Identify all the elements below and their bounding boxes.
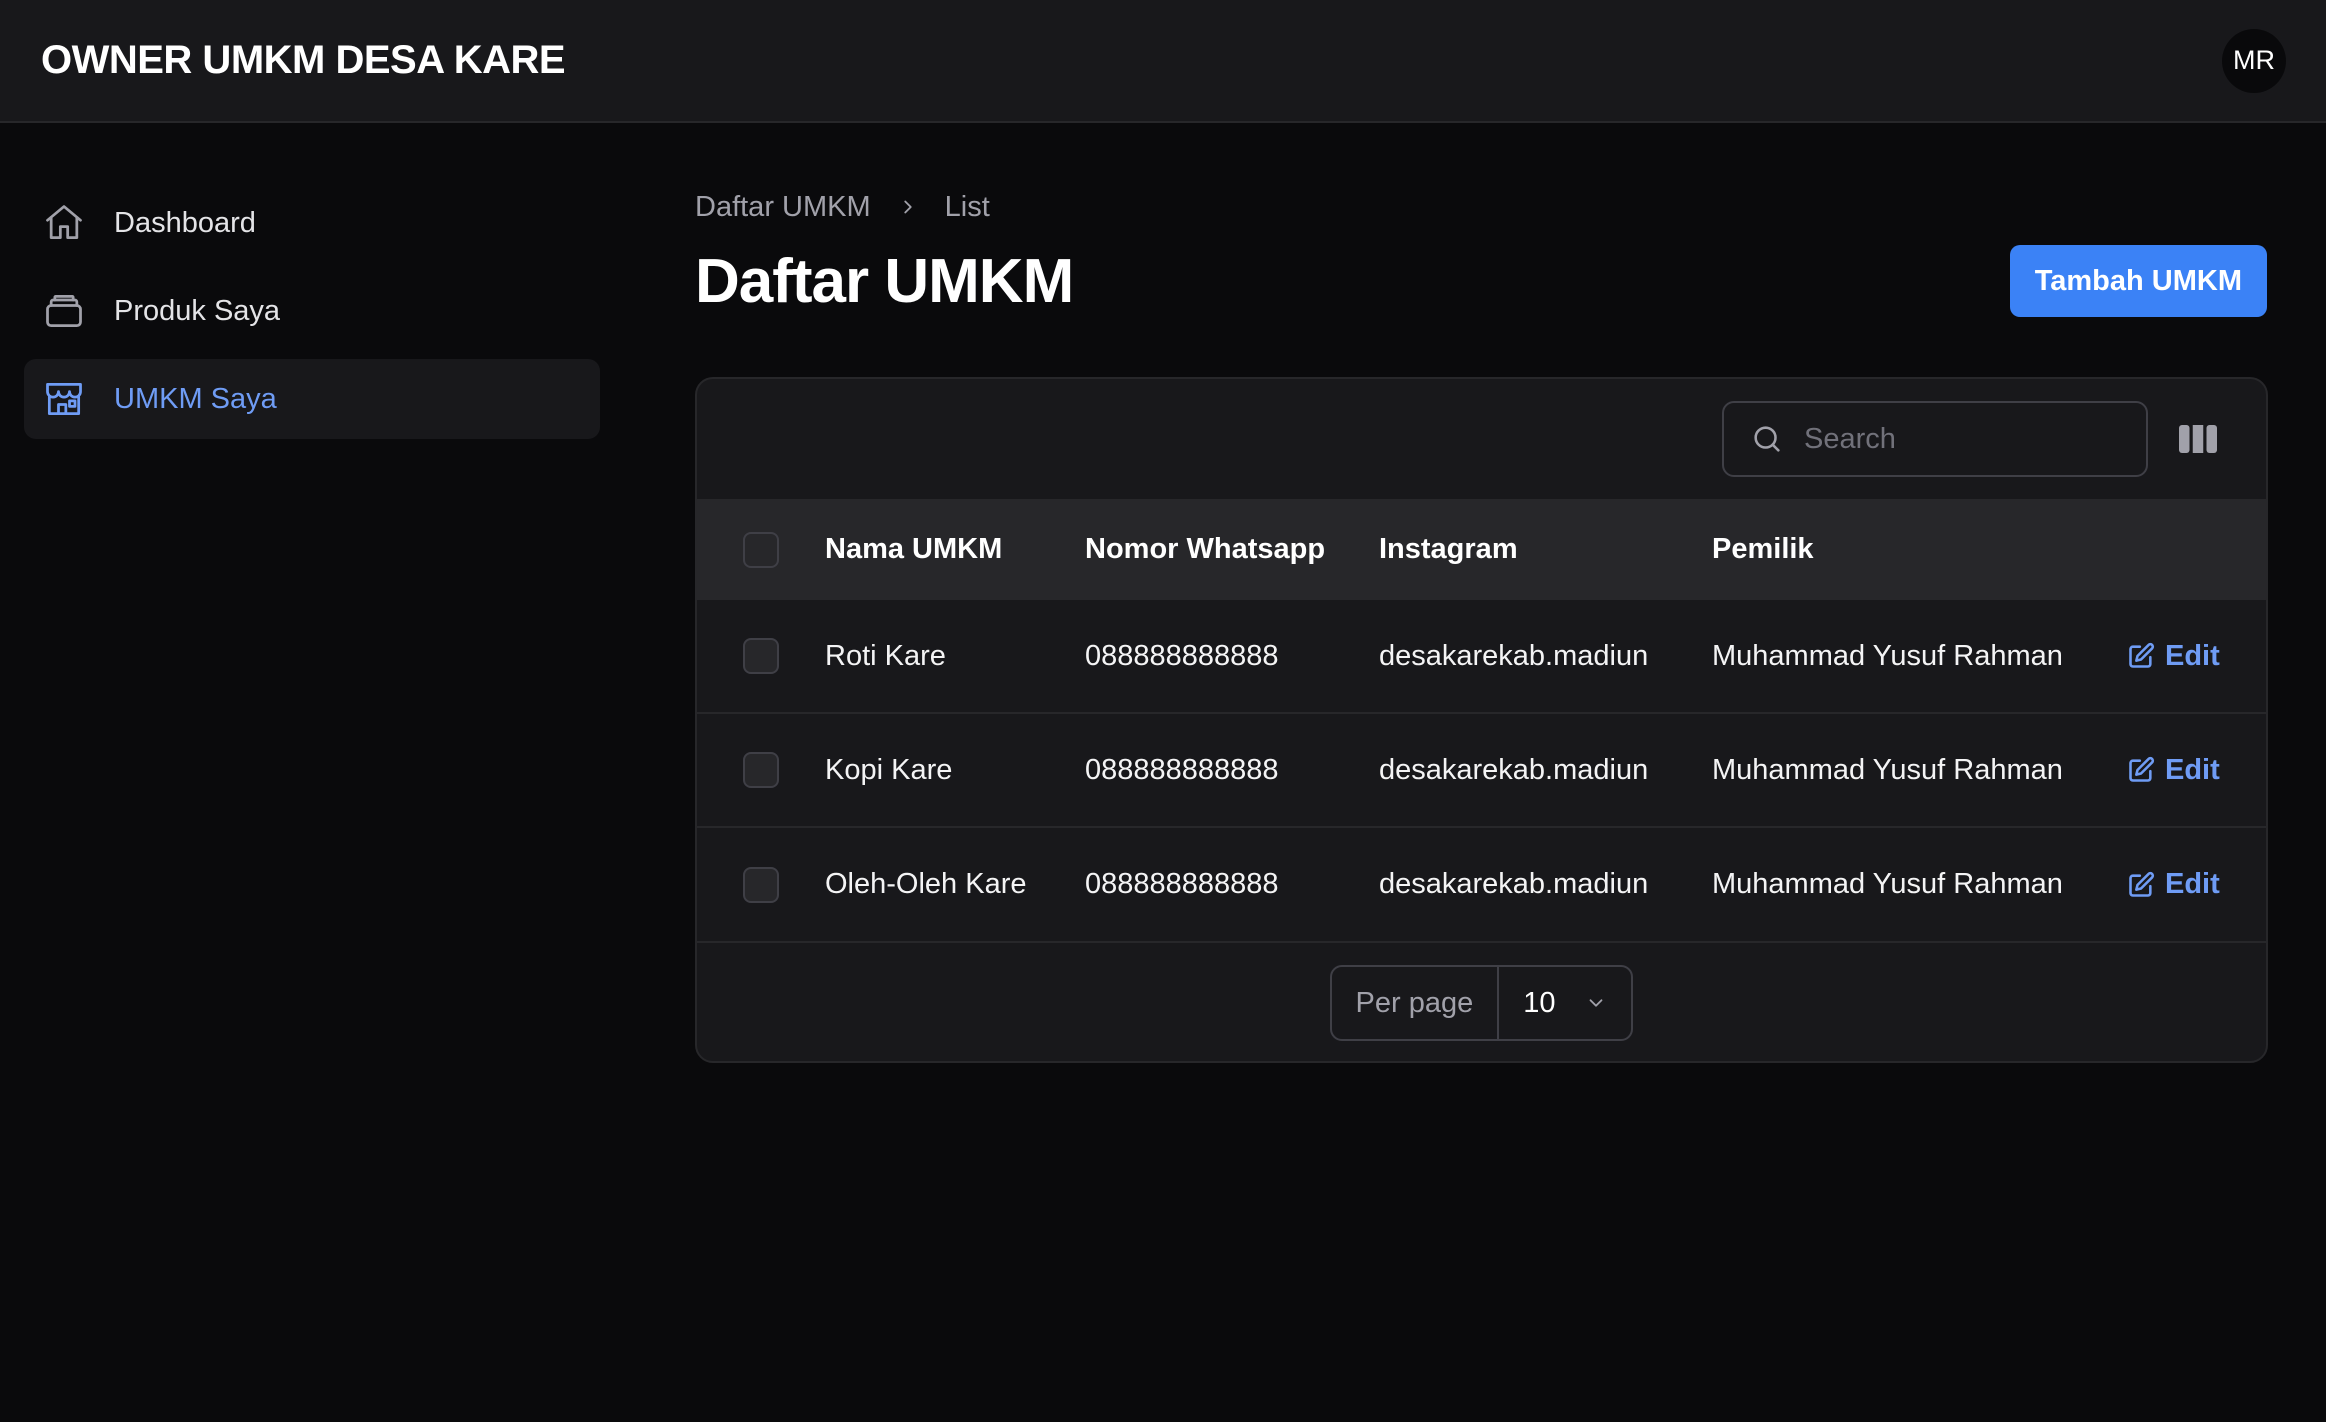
columns-icon[interactable] — [2178, 419, 2218, 459]
sidebar-item-produk-saya[interactable]: Produk Saya — [24, 271, 600, 351]
column-header-nama[interactable]: Nama UMKM — [825, 501, 1085, 599]
per-page-control: Per page 10 — [1329, 965, 1634, 1041]
home-icon — [42, 201, 86, 245]
edit-icon — [2127, 871, 2155, 899]
sidebar: Dashboard Produk Saya UMKM Saya — [24, 183, 600, 447]
cell-actions: Edit — [2127, 713, 2266, 827]
chevron-down-icon — [1585, 992, 1607, 1014]
edit-button[interactable]: Edit — [2127, 868, 2266, 901]
column-header-whatsapp[interactable]: Nomor Whatsapp — [1085, 501, 1379, 599]
breadcrumb-current: List — [944, 190, 990, 223]
breadcrumb: Daftar UMKM List — [695, 183, 2267, 231]
row-select-cell — [697, 827, 825, 941]
add-umkm-button[interactable]: Tambah UMKM — [2009, 245, 2267, 317]
table-row: Oleh-Oleh Kare 088888888888 desakarekab.… — [697, 827, 2266, 941]
sidebar-item-umkm-saya[interactable]: UMKM Saya — [24, 359, 600, 439]
cell-instagram: desakarekab.madiun — [1379, 639, 1649, 672]
edit-icon — [2127, 642, 2155, 670]
cell-whatsapp: 088888888888 — [1085, 639, 1279, 672]
sidebar-item-label: UMKM Saya — [114, 382, 277, 415]
row-checkbox[interactable] — [743, 866, 779, 903]
search-input[interactable] — [1804, 422, 2124, 456]
cell-pemilik: Muhammad Yusuf Rahman — [1712, 639, 2063, 672]
per-page-label: Per page — [1332, 967, 1500, 1039]
store-icon — [42, 377, 86, 421]
cell-instagram: desakarekab.madiun — [1379, 753, 1649, 786]
column-header-pemilik[interactable]: Pemilik — [1712, 501, 2127, 599]
row-select-cell — [697, 599, 825, 713]
edit-icon — [2127, 756, 2155, 784]
select-all-checkbox[interactable] — [743, 531, 779, 568]
cell-actions: Edit — [2127, 599, 2266, 713]
edit-label: Edit — [2165, 639, 2220, 672]
page-title: Daftar UMKM — [695, 246, 1074, 316]
app-title[interactable]: OWNER UMKM DESA KARE — [41, 38, 566, 83]
search-icon — [1750, 422, 1784, 456]
user-avatar[interactable]: MR — [2222, 28, 2286, 93]
sidebar-item-dashboard[interactable]: Dashboard — [24, 183, 600, 263]
breadcrumb-parent[interactable]: Daftar UMKM — [695, 191, 871, 224]
umkm-table-card: Nama UMKM Nomor Whatsapp Instagram Pemil… — [695, 377, 2268, 1063]
main-content: Daftar UMKM List Daftar UMKM Tambah UMKM — [695, 183, 2268, 1063]
cell-nama: Kopi Kare — [825, 753, 953, 786]
edit-label: Edit — [2165, 753, 2220, 786]
sidebar-item-label: Produk Saya — [114, 294, 281, 327]
column-header-actions — [2127, 501, 2266, 599]
cell-nama: Roti Kare — [825, 639, 946, 672]
edit-button[interactable]: Edit — [2127, 640, 2266, 673]
cell-whatsapp: 088888888888 — [1085, 753, 1279, 786]
column-header-instagram[interactable]: Instagram — [1379, 501, 1712, 599]
top-bar: OWNER UMKM DESA KARE MR — [0, 0, 2326, 123]
cell-nama: Oleh-Oleh Kare — [825, 868, 1027, 900]
sidebar-item-label: Dashboard — [114, 206, 256, 239]
row-checkbox[interactable] — [743, 638, 779, 674]
edit-label: Edit — [2165, 868, 2220, 900]
table-row: Roti Kare 088888888888 desakarekab.madiu… — [697, 599, 2266, 713]
search-box[interactable] — [1722, 401, 2148, 477]
cell-pemilik: Muhammad Yusuf Rahman — [1712, 868, 2063, 900]
cell-whatsapp: 088888888888 — [1085, 868, 1279, 900]
cell-actions: Edit — [2127, 827, 2266, 941]
table-footer: Per page 10 — [697, 941, 2266, 1061]
table-row: Kopi Kare 088888888888 desakarekab.madiu… — [697, 713, 2266, 827]
cell-instagram: desakarekab.madiun — [1379, 868, 1649, 900]
header-select-cell — [697, 501, 825, 599]
table-header-row: Nama UMKM Nomor Whatsapp Instagram Pemil… — [697, 501, 2266, 599]
per-page-select[interactable]: 10 — [1499, 967, 1631, 1039]
cell-pemilik: Muhammad Yusuf Rahman — [1712, 753, 2063, 786]
umkm-table: Nama UMKM Nomor Whatsapp Instagram Pemil… — [697, 501, 2266, 941]
per-page-value: 10 — [1523, 986, 1556, 1019]
table-toolbar — [697, 379, 2266, 501]
page-header: Daftar UMKM Tambah UMKM — [695, 235, 2267, 327]
row-checkbox[interactable] — [743, 752, 779, 788]
chevron-right-icon — [897, 196, 919, 218]
edit-button[interactable]: Edit — [2127, 754, 2266, 787]
row-select-cell — [697, 713, 825, 827]
box-icon — [42, 289, 86, 333]
